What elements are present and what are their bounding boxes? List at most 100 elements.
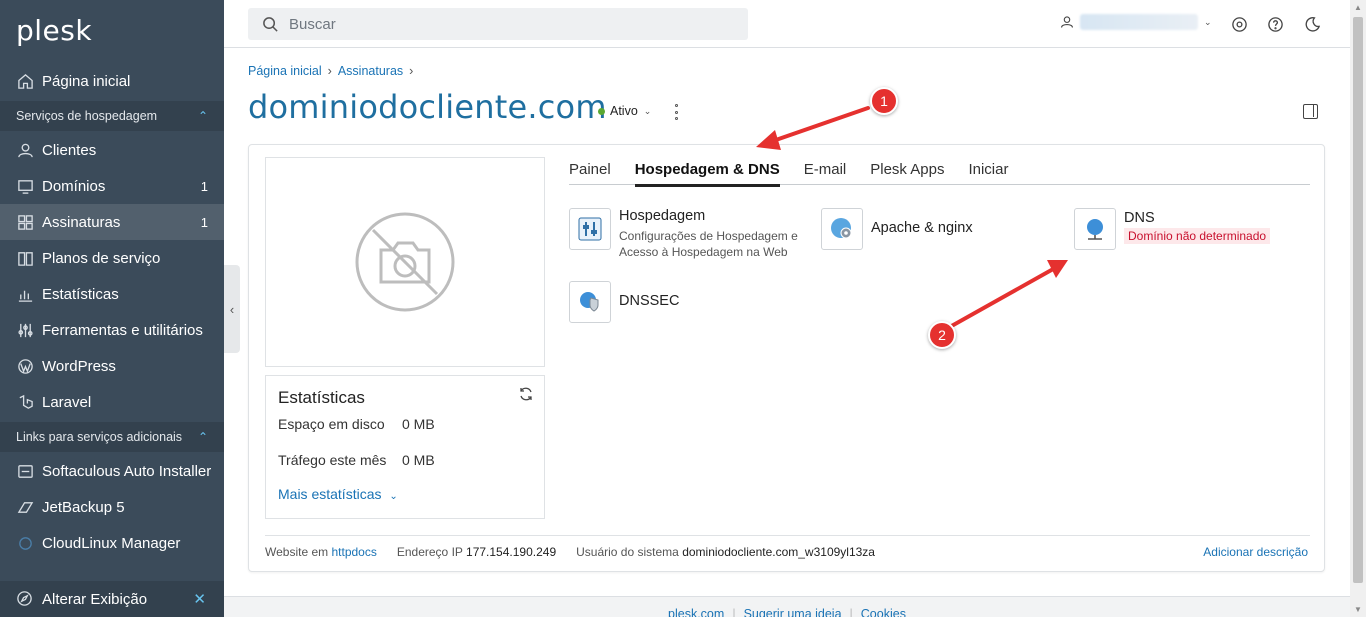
footer-link-cookies[interactable]: Cookies [861,607,906,617]
side-panel-toggle-icon[interactable] [1303,104,1318,119]
close-icon[interactable]: ✕ [193,590,206,608]
section-label: Links para serviços adicionais [16,430,183,444]
tabs-bar: Painel Hospedagem & DNS E-mail Plesk App… [569,159,1310,187]
change-view-label: Alterar Exibição [42,590,148,608]
sidebar-collapse-button[interactable]: ‹ [224,265,240,353]
sidebar-item-label: Planos de serviço [42,249,161,267]
username-blurred [1080,14,1198,30]
footer-link-suggest-idea[interactable]: Sugerir uma ideia [744,607,842,617]
status-label: Ativo [610,104,638,118]
tool-hosting[interactable]: Hospedagem Configurações de Hospedagem e… [569,208,798,260]
count-badge: 1 [200,178,208,194]
footer-separator: | [732,607,736,617]
breadcrumb-home[interactable]: Página inicial [248,64,322,78]
jetbackup-icon [16,498,34,516]
count-badge: 1 [200,214,208,230]
user-menu[interactable]: ⌄ [1060,14,1212,30]
book-icon [16,249,34,267]
annotation-badge-1: 1 [870,87,898,115]
sidebar-item-tools[interactable]: Ferramentas e utilitários [0,312,224,348]
no-camera-icon [355,212,455,312]
ip-info: Endereço IP 177.154.190.249 [397,545,556,559]
chevron-up-icon: ⌃ [197,109,208,123]
stats-title: Estatísticas [278,388,365,407]
sidebar-item-domains[interactable]: Domínios 1 [0,168,224,204]
tool-apache-nginx[interactable]: Apache & nginx [821,208,973,250]
sidebar-item-subscriptions[interactable]: Assinaturas 1 [0,204,224,240]
breadcrumb-subscriptions[interactable]: Assinaturas [338,64,403,78]
home-icon [16,72,34,90]
chevron-down-icon: ⌄ [643,105,652,116]
theme-toggle-button[interactable] [1302,14,1322,34]
more-statistics-label: Mais estatísticas [278,486,382,502]
disk-space-value: 0 MB [402,416,435,432]
tab-plesk-apps[interactable]: Plesk Apps [870,159,944,185]
sidebar-item-laravel[interactable]: Laravel [0,384,224,420]
search-placeholder: Buscar [289,15,336,33]
plesk-logo[interactable]: plesk [16,14,92,47]
sidebar-item-softaculous[interactable]: Softaculous Auto Installer [0,453,224,489]
system-user-info: Usuário do sistema dominiodocliente.com_… [576,545,875,559]
puzzle-icon [1231,16,1247,32]
status-dropdown[interactable]: Ativo ⌄ [598,104,651,118]
website-info: Website em httpdocs [265,545,377,559]
sidebar-item-label: Clientes [42,141,97,159]
sidebar-item-label: CloudLinux Manager [42,534,181,552]
breadcrumb: Página inicial › Assinaturas › [248,64,413,78]
httpdocs-link[interactable]: httpdocs [331,545,376,559]
chevron-down-icon: ⌄ [1204,16,1212,27]
user-icon [1061,16,1073,28]
extensions-button[interactable] [1229,14,1249,34]
sidebar-item-service-plans[interactable]: Planos de serviço [0,240,224,276]
laravel-icon [16,393,34,411]
scrollbar-thumb[interactable] [1353,17,1363,583]
scroll-up-icon[interactable]: ▲ [1354,3,1362,12]
more-actions-button[interactable] [672,104,680,120]
website-label: Website em [265,545,329,559]
sidebar-item-label: Softaculous Auto Installer [42,462,212,480]
tool-dnssec[interactable]: DNSSEC [569,281,679,323]
sidebar-item-clients[interactable]: Clientes [0,132,224,168]
tool-dns[interactable]: DNS Domínio não determinado [1074,208,1271,250]
tab-start[interactable]: Iniciar [968,159,1008,185]
change-view-button[interactable]: Alterar Exibição ✕ [0,581,224,617]
subscription-info: Website em httpdocs Endereço IP 177.154.… [265,545,875,559]
bar-chart-icon [16,285,34,303]
tab-dashboard[interactable]: Painel [569,159,611,185]
tab-email[interactable]: E-mail [804,159,847,185]
sidebar-item-cloudlinux[interactable]: CloudLinux Manager [0,525,224,561]
tool-description-line: Configurações de Hospedagem e [619,229,798,243]
refresh-icon[interactable] [518,386,534,402]
sidebar-item-statistics[interactable]: Estatísticas [0,276,224,312]
topbar: Buscar ⌄ [224,0,1350,48]
section-hosting-services[interactable]: Serviços de hospedagem ⌃ [0,101,224,131]
sidebar: plesk Página inicial Serviços de hospeda… [0,0,224,617]
tab-hosting-dns[interactable]: Hospedagem & DNS [634,159,780,187]
monitor-icon [16,177,34,195]
scroll-down-icon[interactable]: ▼ [1354,605,1362,614]
page-footer: plesk.com | Sugerir uma ideia | Cookies [224,596,1350,617]
search-input[interactable]: Buscar [248,8,748,40]
footer-separator: | [849,607,853,617]
wordpress-icon [16,357,34,375]
tool-name: Hospedagem [619,208,706,224]
footer-link-plesk[interactable]: plesk.com [668,607,724,617]
sidebar-item-home[interactable]: Página inicial [0,63,224,99]
more-statistics-link[interactable]: Mais estatísticas ⌄ [278,486,398,502]
add-description-link[interactable]: Adicionar descrição [1203,545,1308,559]
cloudlinux-icon [16,534,34,552]
dnssec-shield-icon [569,281,611,323]
help-button[interactable] [1265,14,1285,34]
section-additional-links[interactable]: Links para serviços adicionais ⌃ [0,422,224,452]
traffic-value: 0 MB [402,452,435,468]
ip-label: Endereço IP [396,545,463,559]
sliders-icon [16,321,34,339]
scrollbar[interactable]: ▲ ▼ [1350,0,1366,617]
softaculous-icon [16,462,34,480]
sidebar-item-wordpress[interactable]: WordPress [0,348,224,384]
domain-warning-badge: Domínio não determinado [1124,228,1271,244]
tool-name: Apache & nginx [871,220,973,236]
dns-globe-icon [1074,208,1116,250]
sidebar-item-jetbackup[interactable]: JetBackup 5 [0,489,224,525]
moon-icon [1305,16,1320,32]
